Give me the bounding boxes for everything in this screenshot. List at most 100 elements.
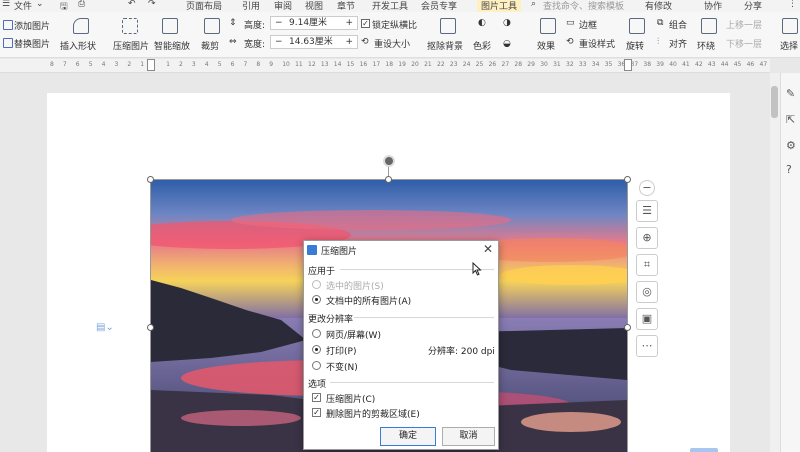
ok-button[interactable]: 确定 bbox=[380, 427, 436, 446]
pen-icon[interactable]: ✎ bbox=[786, 87, 795, 100]
radio-web-screen[interactable] bbox=[312, 329, 321, 338]
ruler-tick-label: 4 bbox=[101, 61, 106, 68]
move-up-button[interactable]: 上移一层 bbox=[726, 18, 762, 31]
minus-icon[interactable]: − bbox=[275, 36, 283, 48]
menu-review[interactable]: 审阅 bbox=[274, 0, 292, 12]
crop-icon[interactable]: ⌗ bbox=[636, 254, 658, 276]
settings-icon[interactable]: ⚙ bbox=[786, 139, 796, 152]
plus-icon[interactable]: + bbox=[345, 17, 353, 29]
lock-ratio-checkbox[interactable]: ✓ bbox=[361, 19, 370, 28]
wrap-button[interactable]: 环绕 bbox=[697, 39, 715, 52]
brightness-icon[interactable]: ◒ bbox=[503, 39, 511, 49]
height-input[interactable]: − 9.14厘米 + bbox=[270, 16, 358, 30]
collaborate-button[interactable]: 协作 bbox=[704, 0, 722, 12]
menu-member[interactable]: 会员专享 bbox=[421, 0, 457, 12]
tab-picture-tools[interactable]: 图片工具 bbox=[477, 0, 522, 12]
cancel-button[interactable]: 取消 bbox=[442, 427, 495, 446]
search-icon[interactable]: ⌕ bbox=[531, 0, 536, 9]
rotate-button[interactable]: 旋转 bbox=[626, 39, 644, 52]
indent-marker-right[interactable] bbox=[624, 59, 632, 71]
resize-handle-top[interactable] bbox=[385, 176, 392, 183]
dialog-title-bar[interactable]: 压缩图片 ✕ bbox=[304, 241, 498, 260]
undo-icon[interactable]: ↶ bbox=[128, 0, 136, 9]
menu-references[interactable]: 引用 bbox=[242, 0, 260, 12]
effects-button[interactable]: 效果 bbox=[537, 39, 555, 52]
ruler-tick-label: 1 bbox=[140, 61, 145, 68]
resize-handle-left[interactable] bbox=[147, 324, 154, 331]
border-button[interactable]: 边框 bbox=[579, 18, 597, 31]
close-icon[interactable]: ✕ bbox=[483, 242, 493, 256]
ruler-tick-label: 3 bbox=[114, 61, 119, 68]
menu-page-layout[interactable]: 页面布局 bbox=[186, 0, 222, 12]
ruler-tick-label: 23 bbox=[449, 61, 458, 68]
compress-picture-button[interactable]: 压缩图片 bbox=[113, 39, 149, 52]
checkbox-compress[interactable]: ✓ bbox=[312, 393, 321, 402]
mouse-cursor-icon bbox=[472, 262, 482, 276]
group-button[interactable]: 组合 bbox=[669, 18, 687, 31]
resize-handle-top-left[interactable] bbox=[147, 176, 154, 183]
resize-handle-right[interactable] bbox=[624, 324, 631, 331]
ruler-tick-label: 32 bbox=[566, 61, 574, 68]
ruler-tick-label: 19 bbox=[398, 61, 406, 68]
remove-background-button[interactable]: 抠除背景 bbox=[427, 39, 463, 52]
move-down-button[interactable]: 下移一层 bbox=[726, 37, 762, 50]
floating-button[interactable] bbox=[690, 448, 718, 452]
ruler-tick-label: 11 bbox=[295, 61, 303, 68]
resize-handle-top-right[interactable] bbox=[624, 176, 631, 183]
add-picture-button[interactable]: 添加图片 bbox=[14, 19, 50, 32]
smart-zoom-button[interactable]: 智能缩放 bbox=[154, 39, 190, 52]
chevron-down-icon[interactable]: ⌄ bbox=[36, 0, 44, 9]
print-icon[interactable]: ⎙ bbox=[78, 0, 85, 9]
picture-extract-icon[interactable]: ▣ bbox=[636, 308, 658, 330]
ruler-tick-label: 12 bbox=[308, 61, 316, 68]
reset-size-button[interactable]: 重设大小 bbox=[374, 37, 410, 50]
rotate-handle[interactable] bbox=[383, 155, 395, 167]
menu-view[interactable]: 视图 bbox=[305, 0, 323, 12]
layout-options-icon[interactable]: ☰ bbox=[636, 200, 658, 222]
crop-button[interactable]: 裁剪 bbox=[201, 39, 219, 52]
ruler-tick-label: 39 bbox=[656, 61, 664, 68]
change-resolution-label: 更改分辨率 bbox=[308, 315, 354, 325]
help-icon[interactable]: ? bbox=[786, 163, 792, 176]
select-button[interactable]: 选择 bbox=[780, 39, 798, 52]
more-icon[interactable]: ⋮ bbox=[788, 0, 797, 9]
color-button[interactable]: 色彩 bbox=[473, 39, 491, 52]
dialog-title: 压缩图片 bbox=[321, 247, 358, 257]
radio-print[interactable] bbox=[312, 345, 321, 354]
redo-icon[interactable]: ↷ bbox=[148, 0, 156, 9]
vertical-scrollbar[interactable] bbox=[770, 73, 780, 452]
ruler-tick-label: 13 bbox=[320, 61, 329, 68]
more-icon[interactable]: ⋯ bbox=[636, 335, 658, 357]
radio-all-pictures[interactable] bbox=[312, 295, 321, 304]
ruler-tick-label: 31 bbox=[553, 61, 561, 68]
share-button[interactable]: 分享 bbox=[744, 0, 762, 12]
paragraph-layout-icon[interactable]: ▤⌄ bbox=[96, 322, 114, 333]
select-icon bbox=[782, 18, 798, 34]
horizontal-ruler[interactable]: 8 7 6 5 4 3 2 1 1 2 3 4 5 6 7 8 9 10 11 12 13 14 15 16 17 18 19 20 2… bbox=[0, 59, 770, 73]
plus-icon[interactable]: + bbox=[345, 36, 353, 48]
option-label: 删除图片的剪裁区域(E) bbox=[326, 410, 420, 420]
scrollbar-thumb[interactable] bbox=[771, 86, 778, 118]
align-button[interactable]: 对齐 bbox=[669, 37, 687, 50]
search-input[interactable]: 查找命令、搜索模板 bbox=[543, 0, 624, 12]
menu-section[interactable]: 章节 bbox=[337, 0, 355, 12]
zoom-icon[interactable]: ⊕ bbox=[636, 227, 658, 249]
hamburger-icon[interactable]: ☰ bbox=[2, 0, 10, 9]
reset-style-button[interactable]: 重设样式 bbox=[579, 37, 615, 50]
menu-developer[interactable]: 开发工具 bbox=[372, 0, 408, 12]
width-input[interactable]: − 14.63厘米 + bbox=[270, 35, 358, 49]
radio-no-change[interactable] bbox=[312, 361, 321, 370]
replace-picture-button[interactable]: 替换图片 bbox=[14, 37, 50, 50]
checkbox-delete-crop[interactable]: ✓ bbox=[312, 408, 321, 417]
contrast-icon[interactable]: ◑ bbox=[503, 18, 511, 28]
has-changes-button[interactable]: 有修改 bbox=[645, 0, 672, 12]
menu-file[interactable]: 文件 bbox=[14, 0, 32, 12]
ruler-tick-label: 17 bbox=[372, 61, 381, 68]
collapse-icon[interactable]: − bbox=[639, 180, 655, 196]
insert-shape-button[interactable]: 插入形状 bbox=[60, 39, 96, 52]
minus-icon[interactable]: − bbox=[275, 17, 283, 29]
lightbulb-icon[interactable]: ◎ bbox=[636, 281, 658, 303]
indent-marker-left[interactable] bbox=[147, 59, 155, 71]
ruler-tick-label: 21 bbox=[424, 61, 432, 68]
cursor-icon[interactable]: ⇱ bbox=[786, 113, 795, 126]
